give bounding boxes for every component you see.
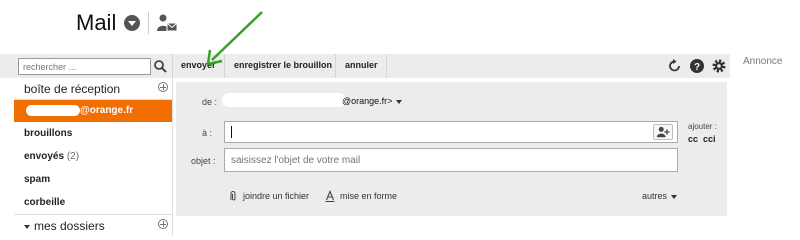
- subject-label: objet :: [191, 156, 216, 166]
- save-draft-button[interactable]: enregistrer le brouillon: [234, 60, 332, 70]
- search-input[interactable]: [18, 58, 151, 75]
- from-label: de :: [202, 97, 218, 107]
- gear-icon[interactable]: [711, 58, 727, 74]
- toolbar-divider: [335, 54, 336, 78]
- from-value: @orange.fr>: [342, 96, 393, 106]
- toolbar-divider: [386, 54, 387, 78]
- chevron-down-icon: [671, 194, 678, 199]
- header: Mail: [0, 0, 800, 54]
- add-icon[interactable]: [158, 82, 168, 92]
- add-contact-icon: [656, 126, 670, 138]
- sidebar-item-label: mes dossiers: [34, 219, 105, 233]
- cc-cci-links: cc cci: [688, 134, 716, 144]
- sidebar-item-label: brouillons: [24, 128, 73, 139]
- sidebar-item-label: @orange.fr: [80, 105, 134, 116]
- more-options-button[interactable]: autres: [642, 191, 678, 201]
- sidebar-item-label: envoyés: [24, 151, 65, 162]
- format-text-icon: [325, 190, 335, 202]
- to-label: à :: [202, 128, 213, 138]
- chevron-down-icon: [396, 99, 403, 104]
- more-options-label: autres: [642, 191, 668, 201]
- text-cursor: [231, 126, 232, 138]
- subject-input[interactable]: [224, 148, 678, 172]
- add-contact-button[interactable]: [653, 124, 673, 140]
- sidebar-item-count: (2): [66, 151, 80, 162]
- search-icon[interactable]: [152, 57, 168, 75]
- help-icon[interactable]: ?: [689, 58, 705, 74]
- toolbar: envoyer enregistrer le brouillon annuler…: [0, 54, 730, 78]
- compose-panel: de : @orange.fr> à : ajouter : cc cci ob…: [176, 82, 727, 216]
- toolbar-divider: [224, 54, 225, 78]
- sidebar-item-account[interactable]: @orange.fr: [14, 100, 172, 122]
- redacted-username: [26, 104, 80, 116]
- svg-text:?: ?: [694, 62, 700, 73]
- cancel-button[interactable]: annuler: [345, 60, 378, 70]
- sidebar-item-label: boîte de réception: [24, 82, 121, 96]
- header-divider: [148, 12, 149, 34]
- cc-link[interactable]: cc: [688, 134, 698, 144]
- refresh-icon[interactable]: [667, 58, 683, 74]
- sidebar-item-spam[interactable]: spam: [14, 169, 172, 191]
- account-mail-icon[interactable]: [156, 12, 178, 34]
- from-select[interactable]: @orange.fr>: [342, 96, 403, 106]
- sidebar-item-inbox[interactable]: boîte de réception: [14, 78, 172, 100]
- sidebar-item-trash[interactable]: corbeille: [14, 192, 172, 214]
- add-recipients-label: ajouter :: [688, 122, 717, 131]
- sidebar-item-label: corbeille: [24, 197, 66, 208]
- sidebar-divider: [172, 78, 173, 236]
- format-button[interactable]: mise en forme: [340, 191, 397, 201]
- to-field[interactable]: [224, 121, 678, 143]
- ad-label: Annonce: [743, 56, 783, 67]
- sidebar-item-folders[interactable]: mes dossiers: [14, 214, 172, 236]
- sidebar-item-sent[interactable]: envoyés (2): [14, 146, 172, 168]
- app-menu-chevron-icon[interactable]: [124, 15, 140, 31]
- redacted-sender: [222, 93, 346, 107]
- add-icon[interactable]: [158, 219, 168, 229]
- sidebar-item-drafts[interactable]: brouillons: [14, 123, 172, 145]
- caret-down-icon: [24, 224, 30, 229]
- paperclip-icon: [230, 191, 236, 201]
- sidebar: boîte de réception @orange.fr brouillons…: [14, 78, 172, 236]
- toolbar-divider: [172, 54, 173, 78]
- attach-file-button[interactable]: joindre un fichier: [243, 191, 309, 201]
- send-button[interactable]: envoyer: [181, 60, 216, 70]
- sidebar-item-label: spam: [24, 174, 51, 185]
- app-title: Mail: [76, 10, 117, 35]
- cci-link[interactable]: cci: [703, 134, 716, 144]
